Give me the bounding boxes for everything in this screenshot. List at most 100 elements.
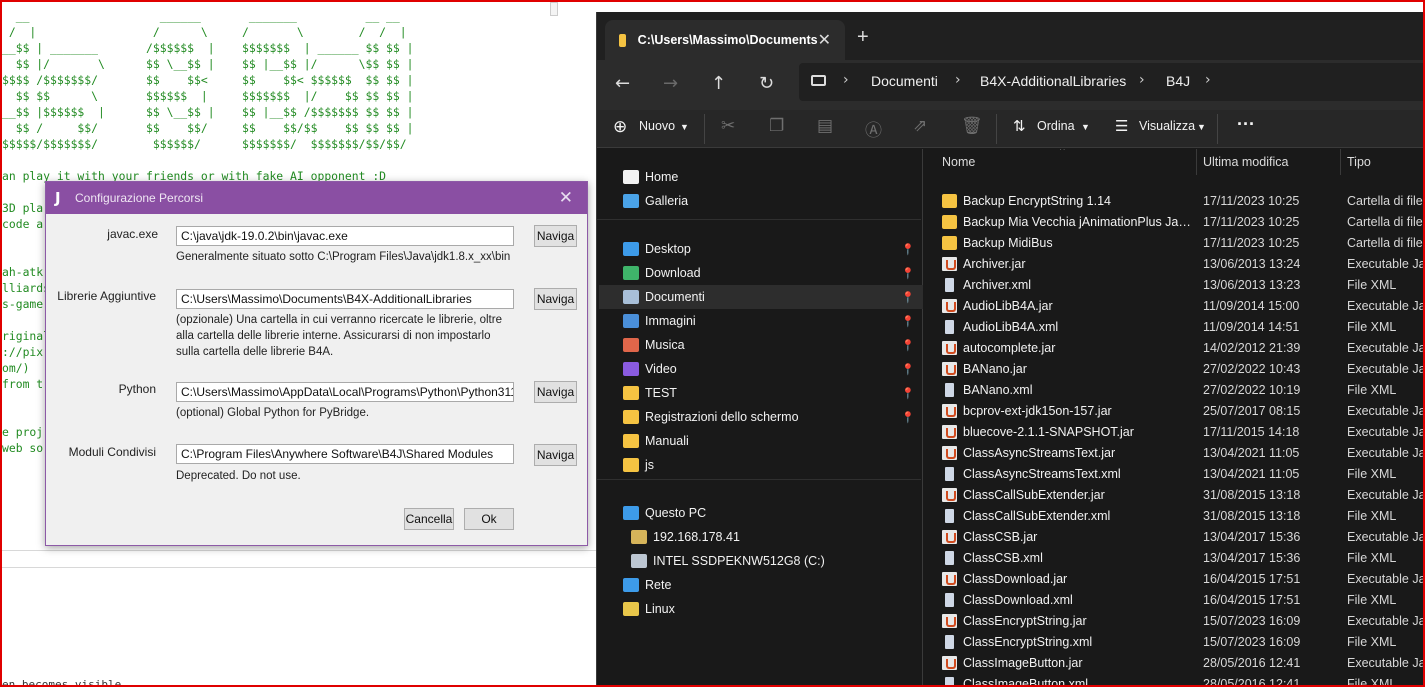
explorer-tab-documents[interactable]: C:\Users\Massimo\Documents ✕	[605, 20, 845, 60]
nav-item-download[interactable]: Download 📍	[599, 261, 923, 285]
file-type: Cartella di file	[1347, 194, 1423, 208]
shared-modules-input[interactable]: C:\Program Files\Anywhere Software\B4J\S…	[176, 444, 514, 464]
pin-icon: 📍	[901, 410, 915, 424]
nav-item-label: Immagini	[645, 314, 696, 328]
ok-button[interactable]: Ok	[464, 508, 514, 530]
breadcrumb-separator: ›	[955, 72, 961, 88]
nav-item-galleria[interactable]: Galleria	[599, 189, 923, 213]
nav-section-divider	[597, 219, 921, 220]
shared-modules-browse-button[interactable]: Naviga	[534, 444, 577, 466]
python-path-input[interactable]: C:\Users\Massimo\AppData\Local\Programs\…	[176, 382, 514, 402]
file-row[interactable]: ClassDownload.xml 16/04/2015 17:51 File XM…	[925, 590, 1425, 611]
tab-close-icon[interactable]: ✕	[818, 30, 831, 50]
dialog-titlebar[interactable]: J Configurazione Percorsi ✕	[46, 182, 587, 214]
delete-icon[interactable]: 🗑	[961, 116, 983, 136]
column-separator[interactable]	[1340, 149, 1341, 175]
file-modified-date: 13/04/2021 11:05	[1203, 446, 1300, 460]
nav-item-rete[interactable]: Rete	[599, 573, 923, 597]
file-row[interactable]: ClassAsyncStreamsText.xml 13/04/2021 11:0…	[925, 464, 1425, 485]
new-tab-button[interactable]: +	[857, 26, 869, 49]
file-row[interactable]: AudioLibB4A.jar 11/09/2014 15:00 Executabl…	[925, 296, 1425, 317]
file-type: Cartella di file	[1347, 215, 1423, 229]
new-button[interactable]: Nuovo	[639, 119, 675, 133]
breadcrumb-b4j[interactable]: B4J	[1166, 73, 1190, 89]
python-help-text: (optional) Global Python for PyBridge.	[176, 407, 370, 419]
file-name: AudioLibB4A.xml	[963, 320, 1059, 334]
file-row[interactable]: bluecove-2.1.1-SNAPSHOT.jar 17/11/2015 14…	[925, 422, 1425, 443]
file-row[interactable]: Archiver.jar 13/06/2013 13:24 Executable J…	[925, 254, 1425, 275]
python-browse-button[interactable]: Naviga	[534, 381, 577, 403]
column-name[interactable]: Nome	[942, 155, 975, 169]
file-row[interactable]: ClassDownload.jar 16/04/2015 17:51 Executa…	[925, 569, 1425, 590]
file-row[interactable]: Backup EncryptString 1.14 17/11/2023 10:2…	[925, 191, 1425, 212]
more-options-button[interactable]: ···	[1237, 114, 1255, 135]
paste-icon[interactable]: ▤	[817, 116, 833, 136]
file-row[interactable]: autocomplete.jar 14/02/2012 21:39 Executab…	[925, 338, 1425, 359]
view-button[interactable]: Visualizza	[1139, 119, 1195, 133]
file-name: ClassDownload.xml	[963, 593, 1073, 607]
file-row[interactable]: ClassCallSubExtender.xml 31/08/2015 13:18…	[925, 506, 1425, 527]
column-modified[interactable]: Ultima modifica	[1203, 155, 1288, 169]
file-row[interactable]: BANano.xml 27/02/2022 10:19 File XML	[925, 380, 1425, 401]
cancel-button[interactable]: Cancella	[404, 508, 454, 530]
file-row[interactable]: Backup Mia Vecchia jAnimationPlus Java L…	[925, 212, 1425, 233]
file-row[interactable]: ClassImageButton.jar 28/05/2016 12:41 Exec…	[925, 653, 1425, 674]
nav-item-questo-pc[interactable]: Questo PC	[599, 501, 923, 525]
up-arrow-icon[interactable]: ↑	[711, 73, 726, 94]
file-row[interactable]: ClassEncryptString.jar 15/07/2023 16:09 Ex…	[925, 611, 1425, 632]
nav-item-js[interactable]: js	[599, 453, 923, 477]
nav-item-label: 192.168.178.41	[653, 530, 740, 544]
nav-item-label: Registrazioni dello schermo	[645, 410, 799, 424]
forward-arrow-icon[interactable]: →	[663, 73, 678, 94]
drive-icon	[631, 554, 647, 568]
file-row[interactable]: ClassEncryptString.xml 15/07/2023 16:09 Fi…	[925, 632, 1425, 653]
nav-item-immagini[interactable]: Immagini 📍	[599, 309, 923, 333]
additional-libs-label: Librerie Aggiuntive	[57, 289, 156, 303]
additional-libs-browse-button[interactable]: Naviga	[534, 288, 577, 310]
file-name: ClassEncryptString.xml	[963, 635, 1093, 649]
javac-path-input[interactable]: C:\java\jdk-19.0.2\bin\javac.exe	[176, 226, 514, 246]
nav-item-home[interactable]: Home	[599, 165, 923, 189]
share-icon[interactable]: ⇗	[913, 116, 927, 136]
folder-icon	[623, 458, 639, 472]
nav-item-test[interactable]: TEST 📍	[599, 381, 923, 405]
file-row[interactable]: Backup MidiBus 17/11/2023 10:25 Cartella d…	[925, 233, 1425, 254]
breadcrumb-b4x-additional-libraries[interactable]: B4X-AdditionalLibraries	[980, 73, 1126, 89]
nav-item-video[interactable]: Video 📍	[599, 357, 923, 381]
nav-item-intel-ssdpeknw512g8-c-[interactable]: INTEL SSDPEKNW512G8 (C:)	[599, 549, 923, 573]
new-plus-icon: ⊕	[613, 117, 628, 137]
breadcrumb-documenti[interactable]: Documenti	[871, 73, 938, 89]
file-row[interactable]: AudioLibB4A.xml 11/09/2014 14:51 File XML	[925, 317, 1425, 338]
file-type: Executable Jar	[1347, 341, 1425, 355]
back-arrow-icon[interactable]: ←	[615, 73, 630, 94]
java-jar-icon	[942, 488, 957, 502]
dialog-close-icon[interactable]: ✕	[559, 188, 573, 208]
column-type[interactable]: Tipo	[1347, 155, 1371, 169]
nav-item-linux[interactable]: Linux	[599, 597, 923, 621]
view-icon: ☰	[1115, 117, 1129, 135]
refresh-icon[interactable]: ↻	[759, 73, 774, 94]
nav-item-documenti[interactable]: Documenti 📍	[599, 285, 923, 309]
nav-item-manuali[interactable]: Manuali	[599, 429, 923, 453]
nav-item-musica[interactable]: Musica 📍	[599, 333, 923, 357]
javac-browse-button[interactable]: Naviga	[534, 225, 577, 247]
file-row[interactable]: ClassAsyncStreamsText.jar 13/04/2021 11:0…	[925, 443, 1425, 464]
file-row[interactable]: bcprov-ext-jdk15on-157.jar 25/07/2017 08:…	[925, 401, 1425, 422]
file-row[interactable]: ClassCSB.xml 13/04/2017 15:36 File XML	[925, 548, 1425, 569]
copy-icon[interactable]: ❐	[769, 116, 784, 136]
column-separator[interactable]	[1196, 149, 1197, 175]
file-row[interactable]: ClassCSB.jar 13/04/2017 15:36 Executable J…	[925, 527, 1425, 548]
file-row[interactable]: BANano.jar 27/02/2022 10:43 Executable Jar	[925, 359, 1425, 380]
additional-libs-input[interactable]: C:\Users\Massimo\Documents\B4X-Additiona…	[176, 289, 514, 309]
nav-item-registrazioni-dello-schermo[interactable]: Registrazioni dello schermo 📍	[599, 405, 923, 429]
file-row[interactable]: ClassCallSubExtender.jar 31/08/2015 13:18…	[925, 485, 1425, 506]
nav-item-desktop[interactable]: Desktop 📍	[599, 237, 923, 261]
file-type: Executable Jar	[1347, 530, 1425, 544]
address-breadcrumb-box[interactable]: › Documenti › B4X-AdditionalLibraries › …	[799, 63, 1425, 101]
sort-button[interactable]: Ordina	[1037, 119, 1075, 133]
cut-icon[interactable]: ✂	[721, 116, 735, 136]
file-row[interactable]: Archiver.xml 13/06/2013 13:23 File XML	[925, 275, 1425, 296]
editor-scroll-handle[interactable]	[550, 2, 558, 16]
rename-icon[interactable]: Ⓐ	[865, 116, 882, 141]
nav-item-192-168-178-41[interactable]: 192.168.178.41	[599, 525, 923, 549]
